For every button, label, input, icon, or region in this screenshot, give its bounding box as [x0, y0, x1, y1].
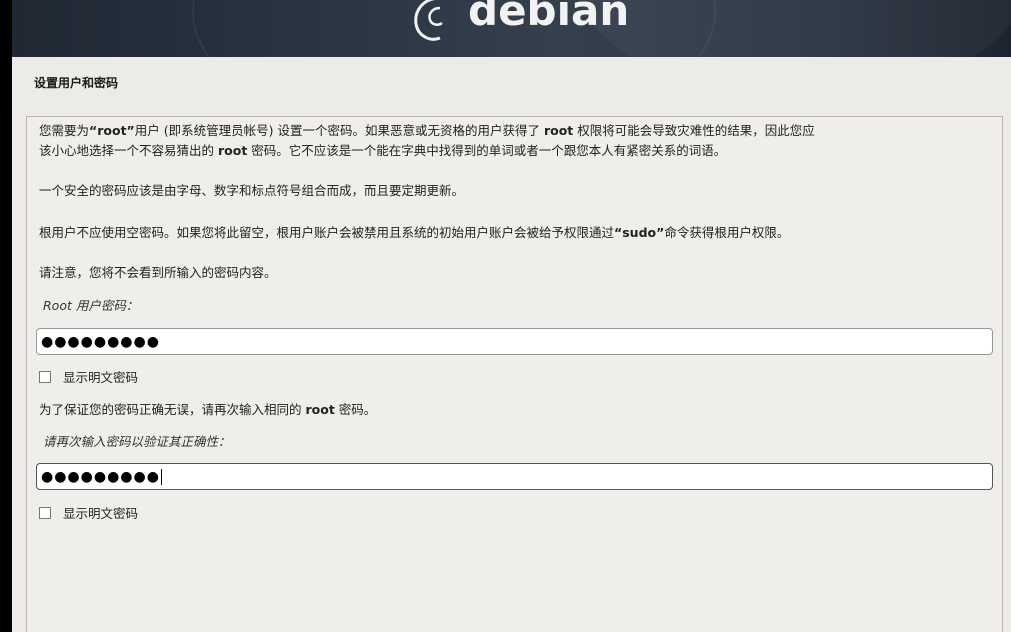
verify-password-label: 请再次输入密码以验证其正确性：: [43, 434, 231, 449]
verify-password-value: ●●●●●●●●●: [41, 468, 160, 485]
root-password-input[interactable]: ●●●●●●●●●: [36, 328, 993, 355]
intro-paragraph-line1: 您需要为“root”用户 (即系统管理员帐号) 设置一个密码。如果恶意或无资格的…: [39, 123, 815, 138]
show-password-checkbox-2[interactable]: [39, 506, 51, 519]
security-paragraph: 一个安全的密码应该是由字母、数字和标点符号组合而成，而且要定期更新。: [39, 183, 465, 198]
debian-logo: debian: [410, 0, 629, 44]
main-panel: 设置用户和密码 您需要为“root”用户 (即系统管理员帐号) 设置一个密码。如…: [12, 57, 1011, 632]
debian-banner: debian: [12, 0, 1011, 57]
debian-logo-text: debian: [468, 0, 630, 35]
show-password-label-1: 显示明文密码: [63, 370, 139, 385]
intro-paragraph-line2: 该小心地选择一个不容易猜出的 root 密码。它不应该是一个能在字典中找得到的单…: [39, 143, 727, 158]
notice-paragraph: 请注意，您将不会看到所输入的密码内容。: [39, 265, 277, 280]
show-password-toggle-1[interactable]: 显示明文密码: [39, 367, 138, 386]
verify-note: 为了保证您的密码正确无误，请再次输入相同的 root 密码。: [39, 402, 377, 417]
show-password-checkbox-1[interactable]: [39, 370, 51, 383]
page-title: 设置用户和密码: [34, 76, 119, 90]
installer-screen: debian 设置用户和密码 您需要为“root”用户 (即系统管理员帐号) 设…: [0, 0, 1011, 632]
debian-swirl-icon: [414, 0, 443, 41]
root-password-label: Root 用户密码：: [43, 298, 139, 313]
show-password-label-2: 显示明文密码: [63, 506, 139, 521]
content-box: 您需要为“root”用户 (即系统管理员帐号) 设置一个密码。如果恶意或无资格的…: [26, 116, 1003, 632]
show-password-toggle-2[interactable]: 显示明文密码: [39, 503, 138, 522]
empty-password-paragraph: 根用户不应使用空密码。如果您将此留空，根用户账户会被禁用且系统的初始用户账户会被…: [39, 225, 790, 240]
root-password-value: ●●●●●●●●●: [41, 333, 160, 350]
text-caret: [160, 468, 162, 485]
verify-password-input[interactable]: ●●●●●●●●●: [36, 463, 993, 490]
